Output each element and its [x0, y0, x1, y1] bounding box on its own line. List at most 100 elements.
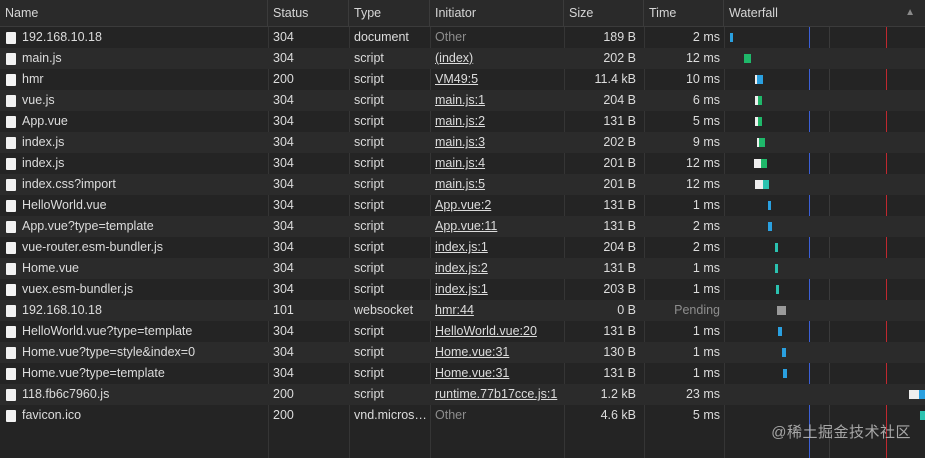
request-waterfall [724, 279, 925, 300]
initiator-link[interactable]: (index) [435, 51, 473, 65]
initiator-link[interactable]: index.js:1 [435, 282, 488, 296]
request-initiator: runtime.77b17cce.js:1 [430, 384, 564, 405]
table-row[interactable]: App.vue 304 script main.js:2 131 B 5 ms [0, 111, 925, 132]
request-initiator: index.js:2 [430, 258, 564, 279]
file-icon [6, 347, 16, 359]
request-name: 192.168.10.18 [0, 300, 268, 321]
initiator-link[interactable]: VM49:5 [435, 72, 478, 86]
waterfall-download-segment [744, 54, 751, 63]
request-name-text: Home.vue?type=style&index=0 [22, 345, 196, 359]
initiator-link[interactable]: Home.vue:31 [435, 366, 509, 380]
table-row[interactable]: 192.168.10.18 101 websocket hmr:44 0 B Pendin… [0, 300, 925, 321]
request-name: 192.168.10.18 [0, 27, 268, 48]
request-status: 304 [273, 261, 294, 275]
request-initiator: index.js:1 [430, 237, 564, 258]
initiator-link[interactable]: index.js:2 [435, 261, 488, 275]
column-waterfall-label: Waterfall [729, 6, 778, 20]
column-header-waterfall[interactable]: Waterfall ▲ [724, 0, 925, 26]
table-header: Name Status Type Initiator Size Time Wat… [0, 0, 925, 27]
request-waterfall [724, 69, 925, 90]
request-initiator: main.js:2 [430, 111, 564, 132]
table-row[interactable]: index.js 304 script main.js:3 202 B 9 ms [0, 132, 925, 153]
initiator-text: Other [435, 30, 467, 44]
file-icon [6, 74, 16, 86]
request-time: 1 ms [692, 261, 720, 275]
file-icon [6, 179, 16, 191]
column-header-name[interactable]: Name [0, 0, 268, 26]
request-name: Home.vue?type=style&index=0 [0, 342, 268, 363]
sort-ascending-icon[interactable]: ▲ [905, 0, 915, 26]
request-initiator: Home.vue:31 [430, 363, 564, 384]
table-row[interactable]: main.js 304 script (index) 202 B 12 ms [0, 48, 925, 69]
initiator-link[interactable]: runtime.77b17cce.js:1 [435, 387, 557, 401]
table-row[interactable]: 192.168.10.18 304 document Other 189 B 2 ms [0, 27, 925, 48]
request-waterfall [724, 300, 925, 321]
initiator-link[interactable]: main.js:1 [435, 93, 485, 107]
column-name-label: Name [5, 6, 39, 20]
request-size: 131 B [603, 366, 636, 380]
initiator-link[interactable]: Home.vue:31 [435, 345, 509, 359]
table-row[interactable]: 118.fb6c7960.js 200 script runtime.77b17cce… [0, 384, 925, 405]
request-waterfall [724, 363, 925, 384]
request-name-text: main.js [22, 51, 62, 65]
request-waterfall [724, 27, 925, 48]
initiator-link[interactable]: HelloWorld.vue:20 [435, 324, 537, 338]
request-type: websocket [354, 303, 414, 317]
table-row[interactable]: Home.vue?type=style&index=0 304 script Home… [0, 342, 925, 363]
request-name-text: vue.js [22, 93, 55, 107]
initiator-link[interactable]: hmr:44 [435, 303, 474, 317]
initiator-link[interactable]: App.vue:2 [435, 198, 491, 212]
file-icon [6, 158, 16, 170]
waterfall-download-segment [778, 327, 782, 336]
waterfall-download-segment [919, 390, 925, 399]
column-header-initiator[interactable]: Initiator [430, 0, 564, 26]
table-row[interactable]: App.vue?type=template 304 script App.vue:11… [0, 216, 925, 237]
request-waterfall [724, 153, 925, 174]
request-size: 4.6 kB [600, 408, 636, 422]
request-name-text: App.vue?type=template [22, 219, 154, 233]
table-row[interactable]: HelloWorld.vue 304 script App.vue:2 131 B 1 m… [0, 195, 925, 216]
request-initiator: VM49:5 [430, 69, 564, 90]
request-status: 304 [273, 198, 294, 212]
table-row[interactable]: hmr 200 script VM49:5 11.4 kB 10 ms [0, 69, 925, 90]
file-icon [6, 410, 16, 422]
request-initiator: Home.vue:31 [430, 342, 564, 363]
table-row[interactable]: vuex.esm-bundler.js 304 script index.js:1 20… [0, 279, 925, 300]
initiator-link[interactable]: main.js:5 [435, 177, 485, 191]
column-header-size[interactable]: Size [564, 0, 644, 26]
request-type: script [354, 114, 384, 128]
request-size: 201 B [603, 156, 636, 170]
table-row[interactable]: vue-router.esm-bundler.js 304 script index.… [0, 237, 925, 258]
request-waterfall [724, 216, 925, 237]
initiator-link[interactable]: main.js:2 [435, 114, 485, 128]
request-status: 304 [273, 219, 294, 233]
request-type: script [354, 177, 384, 191]
request-name-text: Home.vue?type=template [22, 366, 165, 380]
table-row[interactable]: index.css?import 304 script main.js:5 201 B 1… [0, 174, 925, 195]
request-size: 0 B [617, 303, 636, 317]
table-row[interactable]: vue.js 304 script main.js:1 204 B 6 ms [0, 90, 925, 111]
request-type: script [354, 198, 384, 212]
request-type: script [354, 324, 384, 338]
request-size: 203 B [603, 282, 636, 296]
request-status: 304 [273, 51, 294, 65]
table-row[interactable]: Home.vue?type=template 304 script Home.vue:… [0, 363, 925, 384]
table-row[interactable]: HelloWorld.vue?type=template 304 script Hel… [0, 321, 925, 342]
request-name-text: index.js [22, 135, 65, 149]
initiator-link[interactable]: main.js:4 [435, 156, 485, 170]
column-header-type[interactable]: Type [349, 0, 430, 26]
request-size: 131 B [603, 324, 636, 338]
request-name: Home.vue?type=template [0, 363, 268, 384]
column-header-time[interactable]: Time [644, 0, 724, 26]
initiator-link[interactable]: main.js:3 [435, 135, 485, 149]
request-name: HelloWorld.vue?type=template [0, 321, 268, 342]
request-time: 12 ms [685, 51, 720, 65]
table-row[interactable]: Home.vue 304 script index.js:2 131 B 1 ms [0, 258, 925, 279]
column-header-status[interactable]: Status [268, 0, 349, 26]
initiator-link[interactable]: index.js:1 [435, 240, 488, 254]
request-waterfall [724, 384, 925, 405]
request-status: 304 [273, 282, 294, 296]
table-row[interactable]: index.js 304 script main.js:4 201 B 12 ms [0, 153, 925, 174]
initiator-link[interactable]: App.vue:11 [435, 219, 497, 233]
request-waterfall [724, 321, 925, 342]
